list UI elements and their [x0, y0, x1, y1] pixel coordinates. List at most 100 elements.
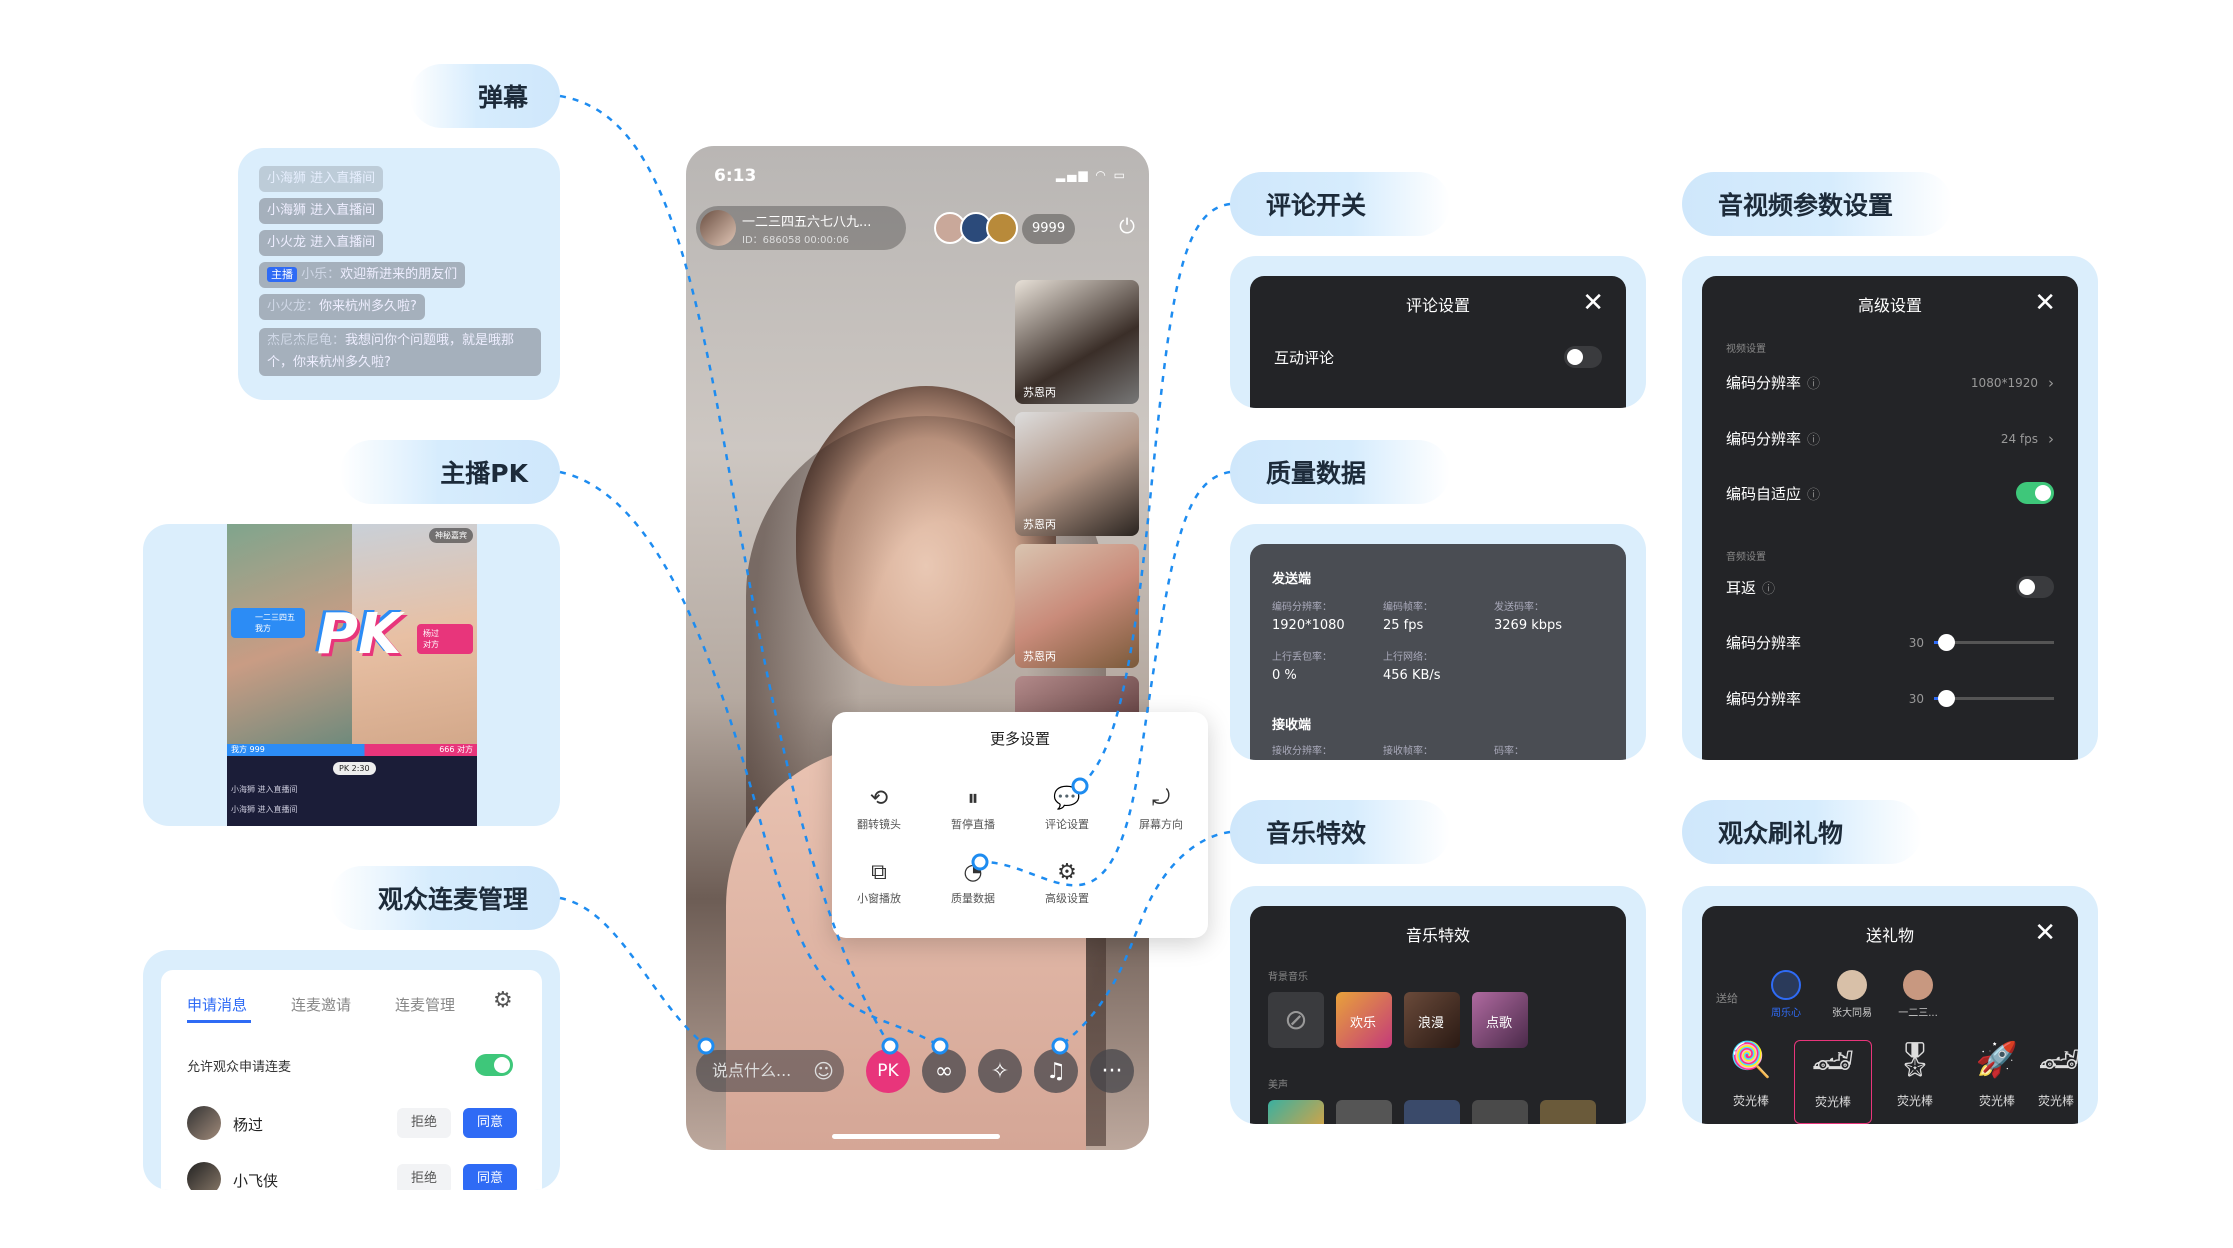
- more-settings-menu: 更多设置 ⟲ 翻转镜头 ⏸ 暂停直播 💬 评论设置 ⤾ 屏幕方向 ⧉ 小窗播放 ◔ 质量数据…: [832, 712, 1208, 938]
- setting-row[interactable]: 编码分辨率 ⓘ 1080*1920 ›: [1726, 372, 2054, 393]
- slider-thumb[interactable]: [1938, 690, 1955, 707]
- gift-item[interactable]: 🍭 荧光棒: [1712, 1040, 1790, 1109]
- gift-item[interactable]: 🎖 荧光棒: [1876, 1040, 1954, 1109]
- track-label: 欢乐: [1350, 1016, 1377, 1031]
- close-icon[interactable]: ✕: [2034, 288, 2056, 318]
- allow-label: 允许观众申请连麦: [187, 1060, 292, 1075]
- slider-track[interactable]: [1934, 634, 2054, 651]
- send-title: 发送端: [1272, 572, 1312, 587]
- gift-name: 荧光棒: [1732, 1094, 1769, 1108]
- comment-toggle[interactable]: [1564, 346, 1602, 368]
- viewer-count[interactable]: 9999: [1022, 214, 1076, 244]
- setting-row[interactable]: 编码分辨率 ⓘ 24 fps ›: [1726, 428, 2054, 449]
- sheet-header: 高级设置 ✕: [1702, 276, 2078, 332]
- close-icon[interactable]: ✕: [1582, 288, 1604, 318]
- guest-name: 苏恩丙: [1023, 518, 1056, 531]
- allow-toggle[interactable]: [475, 1054, 513, 1076]
- room-time: 00:00:06: [804, 235, 849, 246]
- sheet-title: 高级设置: [1857, 296, 1922, 315]
- danmu-name: 小乐：: [301, 267, 341, 282]
- receiver-name: 周乐心: [1771, 1008, 1801, 1019]
- stat-key: 接收帧率：: [1383, 746, 1433, 757]
- reject-button[interactable]: 拒绝: [397, 1164, 451, 1190]
- gear-icon: ⚙: [1057, 860, 1077, 885]
- menu-item-advanced[interactable]: ⚙ 高级设置: [1024, 860, 1110, 906]
- slider-track[interactable]: [1934, 690, 2054, 707]
- none-icon[interactable]: ⊘: [1268, 992, 1324, 1048]
- menu-item-flip[interactable]: ⟲ 翻转镜头: [836, 786, 922, 832]
- accept-button[interactable]: 同意: [463, 1164, 517, 1190]
- gear-icon[interactable]: ⚙: [493, 988, 513, 1013]
- voice-thumb[interactable]: [1404, 1100, 1460, 1124]
- danmu-name: 小火龙：: [267, 299, 320, 314]
- adaptive-toggle[interactable]: [2016, 482, 2054, 504]
- label-av-settings: 音视频参数设置: [1682, 172, 1952, 236]
- receiver[interactable]: 张大同易: [1824, 970, 1880, 1019]
- receiver[interactable]: 周乐心: [1758, 970, 1814, 1019]
- pk-button[interactable]: PK: [866, 1049, 910, 1093]
- setting-row: 编码分辨率 30: [1726, 632, 2054, 653]
- menu-item-orientation[interactable]: ⤾ 屏幕方向: [1118, 786, 1204, 832]
- guest-video[interactable]: 苏恩丙: [1015, 280, 1139, 404]
- emoji-icon[interactable]: ☺: [813, 1050, 834, 1092]
- menu-item-comment[interactable]: 💬 评论设置: [1024, 786, 1110, 832]
- voice-thumb[interactable]: [1540, 1100, 1596, 1124]
- stat-value: 0 %: [1272, 668, 1297, 683]
- music-icon[interactable]: ♫: [1034, 1049, 1078, 1093]
- danmu-msg: 小火龙：你来杭州多久啦?: [259, 294, 425, 320]
- tab-invite[interactable]: 连麦邀请: [291, 994, 351, 1015]
- room-info[interactable]: 一二三四五六七八九... ID：686058 00:00:06: [696, 206, 906, 250]
- pk-msg: 小海狮 进入直播间: [231, 785, 298, 794]
- power-icon[interactable]: ⏻: [1119, 214, 1135, 238]
- more-icon[interactable]: ···: [1090, 1049, 1134, 1093]
- ear-monitor-toggle[interactable]: [2016, 576, 2054, 598]
- menu-item-pause[interactable]: ⏸ 暂停直播: [930, 786, 1016, 832]
- menu-item-pip[interactable]: ⧉ 小窗播放: [836, 860, 922, 906]
- row-label: 编码自适应: [1726, 484, 1802, 503]
- gift-panel: 送礼物 ✕ 送给 周乐心 张大同易 一二三... 🍭 荧光棒 🏎 荧光棒 🎖 荧光棒 🚀…: [1682, 886, 2098, 1124]
- label-lianmai: 观众连麦管理: [330, 866, 560, 930]
- right-host-card: 杨过 对方: [417, 624, 473, 654]
- gift-name: 荧光棒: [1978, 1094, 2015, 1108]
- user-name: 小飞侠: [233, 1172, 279, 1190]
- host-badge: 主播: [267, 267, 297, 282]
- close-icon[interactable]: ✕: [2034, 918, 2056, 948]
- label-text: 评论开关: [1266, 191, 1367, 220]
- gift-item[interactable]: 🏎 荧光棒: [2038, 1040, 2078, 1109]
- receiver[interactable]: 一二三...: [1890, 970, 1946, 1019]
- guest-tag: 神秘嘉宾: [429, 528, 473, 543]
- guest-video[interactable]: 苏恩丙: [1015, 412, 1139, 536]
- sheet-header: 评论设置 ✕: [1250, 276, 1626, 332]
- menu-item-quality[interactable]: ◔ 质量数据: [930, 860, 1016, 906]
- pk-msg: 小海狮 进入直播间: [231, 805, 298, 814]
- menu-label: 质量数据: [951, 892, 995, 905]
- menu-title: 更多设置: [989, 730, 1050, 748]
- music-sheet: 音乐特效 背景音乐 ⊘ 欢乐 浪漫 点歌 美声: [1250, 906, 1626, 1124]
- status-icons: ▂▄▆ ◠ ▭: [1055, 168, 1127, 182]
- sheet-header: 送礼物 ✕: [1702, 906, 2078, 962]
- comment-input[interactable]: 说点什么... ☺: [696, 1050, 844, 1092]
- voice-thumb[interactable]: [1472, 1100, 1528, 1124]
- reject-button[interactable]: 拒绝: [397, 1108, 451, 1138]
- voice-thumb[interactable]: [1336, 1100, 1392, 1124]
- gift-item-selected[interactable]: 🏎 荧光棒: [1794, 1040, 1872, 1124]
- track-thumb[interactable]: 浪漫: [1404, 992, 1460, 1048]
- info-icon: ⓘ: [1807, 377, 1821, 392]
- link-icon[interactable]: ∞: [922, 1049, 966, 1093]
- track-thumb[interactable]: 欢乐: [1336, 992, 1392, 1048]
- guest-video[interactable]: 苏恩丙: [1015, 544, 1139, 668]
- menu-label: 翻转镜头: [857, 818, 901, 831]
- gift-item[interactable]: 🚀 荧光棒: [1958, 1040, 2036, 1109]
- accept-button[interactable]: 同意: [463, 1108, 517, 1138]
- slider-thumb[interactable]: [1938, 634, 1955, 651]
- track-thumb[interactable]: 点歌: [1472, 992, 1528, 1048]
- comment-row: 互动评论: [1274, 346, 1602, 368]
- voice-thumb[interactable]: [1268, 1100, 1324, 1124]
- tab-manage[interactable]: 连麦管理: [395, 994, 455, 1015]
- danmu-msg: 小海狮 进入直播间: [259, 166, 384, 192]
- tab-indicator: [187, 1020, 251, 1023]
- tab-apply[interactable]: 申请消息: [187, 994, 247, 1015]
- host-avatar: [700, 210, 736, 246]
- magic-wand-icon[interactable]: ✧: [978, 1049, 1022, 1093]
- rocket-icon: 🚀: [1975, 1040, 2019, 1080]
